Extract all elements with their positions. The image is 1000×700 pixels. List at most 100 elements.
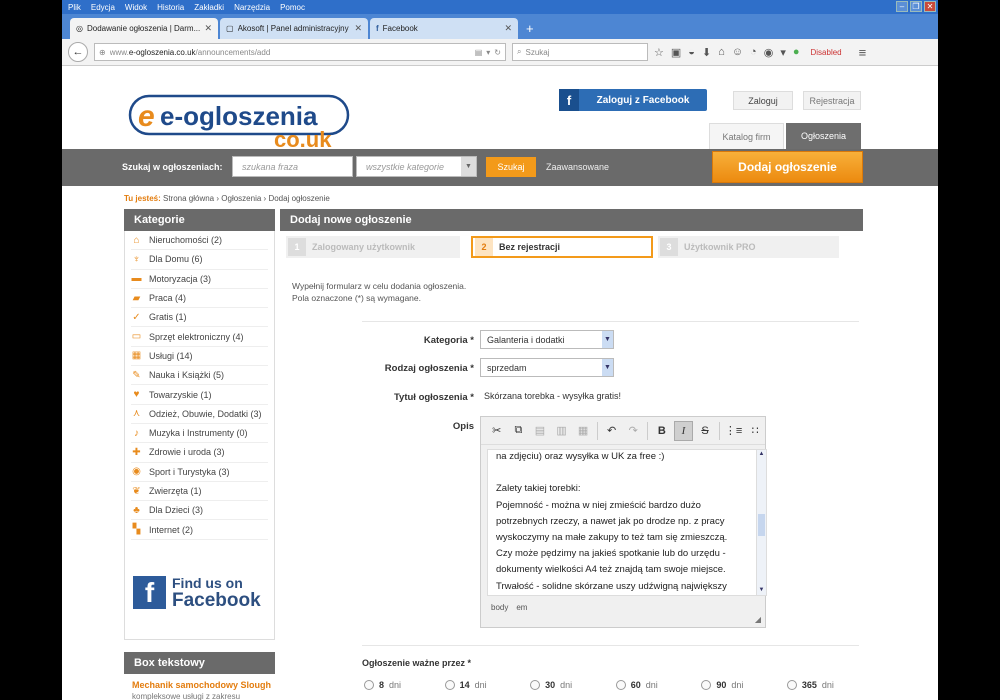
bulleted-list-icon[interactable]: ∷ — [745, 421, 765, 441]
dropdown-arrow-icon[interactable]: ▼ — [461, 157, 476, 176]
site-info-icon[interactable]: ⊕ — [99, 48, 106, 57]
radio-circle-icon[interactable] — [701, 680, 712, 690]
category-item[interactable]: ⌂ Nieruchomości (2) — [131, 231, 268, 251]
maximize-icon[interactable]: ❐ — [910, 1, 922, 12]
bookmark-star-icon[interactable]: ☆ — [654, 46, 664, 59]
radio-circle-icon[interactable] — [786, 680, 797, 690]
menu-edit[interactable]: Edycja — [91, 3, 115, 12]
category-item[interactable]: ◉ Sport i Turystyka (3) — [131, 463, 268, 482]
validity-radio[interactable]: 365 dni — [786, 680, 834, 690]
addon-disabled-label[interactable]: Disabled — [811, 48, 842, 57]
site-logo[interactable]: e e-ogloszenia co.uk — [128, 92, 358, 150]
category-item[interactable]: ✚ Zdrowie i uroda (3) — [131, 443, 268, 463]
menu-help[interactable]: Pomoc — [280, 3, 305, 12]
category-item[interactable]: ✓ Gratis (1) — [131, 308, 268, 328]
reload-icon[interactable]: ↻ — [494, 48, 501, 57]
dropdown-arrow-icon[interactable]: ▼ — [602, 331, 613, 348]
scroll-thumb[interactable] — [758, 514, 765, 536]
clipboard-icon[interactable]: ▣ — [671, 46, 681, 59]
paste-text-icon[interactable]: ▥ — [552, 421, 572, 441]
cut-icon[interactable]: ✂ — [487, 421, 507, 441]
pocket-icon[interactable]: ◒ — [688, 46, 695, 58]
breadcrumb-item-home[interactable]: Strona główna — [163, 194, 214, 203]
search-phrase-input[interactable]: szukana fraza — [232, 156, 353, 177]
radio-circle-icon[interactable] — [615, 680, 626, 690]
facebook-login-button[interactable]: f Zaloguj z Facebook — [559, 89, 707, 111]
tab-business-directory[interactable]: Katalog firm — [709, 123, 784, 149]
menu-tools[interactable]: Narzędzia — [234, 3, 270, 12]
validity-radio[interactable]: 8 dni — [364, 680, 401, 690]
paste-icon[interactable]: ▤ — [530, 421, 550, 441]
download-icon[interactable]: ⬇ — [702, 46, 711, 59]
ad-type-select[interactable]: sprzedam ▼ — [480, 358, 614, 377]
close-tab-icon[interactable]: ✕ — [354, 23, 362, 34]
scroll-up-icon[interactable]: ▲ — [757, 450, 766, 459]
category-item[interactable]: ▬ Motoryzacja (3) — [131, 270, 268, 289]
chat-icon[interactable]: ☺ — [732, 46, 743, 58]
reader-icon[interactable]: ▤ — [475, 48, 483, 57]
browser-search-input[interactable]: ⌕ Szukaj — [512, 43, 648, 61]
extension-icon[interactable]: ◔ — [750, 46, 757, 58]
path-em[interactable]: em — [516, 603, 527, 612]
category-item[interactable]: ▰ Praca (4) — [131, 289, 268, 309]
validity-radio[interactable]: 14 dni — [444, 680, 487, 690]
category-item[interactable]: ⋏ Odzież, Obuwie, Dodatki (3) — [131, 405, 268, 424]
text-box-link[interactable]: Mechanik samochodowy Slough — [132, 680, 271, 690]
dropdown-arrow-icon[interactable]: ▾ — [486, 48, 490, 57]
find-us-on-facebook[interactable]: f Find us on Facebook — [133, 575, 261, 610]
register-button[interactable]: Rejestracja — [803, 91, 861, 110]
green-dot-icon[interactable]: ● — [793, 46, 800, 58]
validity-radio[interactable]: 60 dni — [615, 680, 658, 690]
scroll-down-icon[interactable]: ▼ — [757, 586, 766, 595]
path-body[interactable]: body — [491, 603, 508, 612]
firefox-icon[interactable]: ◉ — [764, 46, 774, 59]
validity-radio[interactable]: 30 dni — [530, 680, 572, 690]
editor-scrollbar[interactable]: ▲ ▼ — [756, 450, 766, 595]
tab-ads[interactable]: Ogłoszenia — [786, 123, 861, 149]
category-item[interactable]: ▭ Sprzęt elektroniczny (4) — [131, 327, 268, 347]
step-logged-user[interactable]: 1 Zalogowany użytkownik — [286, 236, 460, 258]
ad-title-input[interactable]: Skórzana torebka - wysyłka gratis! — [480, 387, 766, 406]
advanced-search-link[interactable]: Zaawansowane — [546, 162, 609, 172]
category-item[interactable]: ❦ Zwierzęta (1) — [131, 482, 268, 502]
hamburger-menu-icon[interactable]: ≡ — [859, 45, 867, 60]
close-tab-icon[interactable]: ✕ — [504, 23, 512, 34]
search-button[interactable]: Szukaj — [486, 157, 536, 177]
close-tab-icon[interactable]: ✕ — [204, 23, 212, 34]
strikethrough-icon[interactable]: S — [695, 421, 715, 441]
category-item[interactable]: ♆ Dla Domu (6) — [131, 250, 268, 270]
dropdown-arrow-icon[interactable]: ▼ — [602, 359, 613, 376]
category-item[interactable]: ▦ Usługi (14) — [131, 347, 268, 367]
category-item[interactable]: ✎ Nauka i Książki (5) — [131, 366, 268, 386]
editor-text-area[interactable]: na zdjęciu) oraz wysyłka w UK za free :)… — [487, 449, 767, 596]
category-item[interactable]: ♣ Dla Dzieci (3) — [131, 501, 268, 521]
browser-tab-3[interactable]: f Facebook ✕ — [370, 18, 518, 39]
undo-icon[interactable]: ↶ — [602, 421, 622, 441]
category-item[interactable]: ▚ Internet (2) — [131, 520, 268, 540]
italic-icon[interactable]: I — [673, 420, 694, 441]
url-bar[interactable]: ⊕ www.e-ogloszenia.co.uk/announcements/a… — [94, 43, 506, 61]
numbered-list-icon[interactable]: ⋮≡ — [724, 421, 744, 441]
breadcrumb-item-ads[interactable]: Ogłoszenia — [221, 194, 261, 203]
step-no-registration[interactable]: 2 Bez rejestracji — [471, 236, 653, 258]
new-tab-button[interactable]: + — [520, 21, 540, 39]
dropdown-arrow-icon[interactable]: ▾ — [780, 46, 786, 59]
category-item[interactable]: ♥ Towarzyskie (1) — [131, 385, 268, 405]
radio-circle-icon[interactable] — [530, 680, 541, 690]
add-ad-button[interactable]: Dodaj ogłoszenie — [712, 151, 863, 183]
browser-tab-2[interactable]: ▢ Akosoft | Panel administracyjny ✕ — [220, 18, 368, 39]
bold-icon[interactable]: B — [652, 421, 672, 441]
category-select[interactable]: Galanteria i dodatki ▼ — [480, 330, 614, 349]
menu-history[interactable]: Historia — [157, 3, 184, 12]
menu-bookmarks[interactable]: Zakładki — [194, 3, 224, 12]
radio-circle-icon[interactable] — [444, 680, 455, 690]
menu-view[interactable]: Widok — [125, 3, 147, 12]
close-window-icon[interactable]: ✕ — [924, 1, 936, 12]
redo-icon[interactable]: ↷ — [623, 421, 643, 441]
minimize-icon[interactable]: – — [896, 1, 908, 12]
menu-file[interactable]: Plik — [68, 3, 81, 12]
validity-radio[interactable]: 90 dni — [701, 680, 743, 690]
search-category-select[interactable]: wszystkie kategorie ▼ — [356, 156, 477, 177]
resize-handle-icon[interactable]: ◢ — [755, 615, 761, 624]
paste-word-icon[interactable]: ▦ — [573, 421, 593, 441]
